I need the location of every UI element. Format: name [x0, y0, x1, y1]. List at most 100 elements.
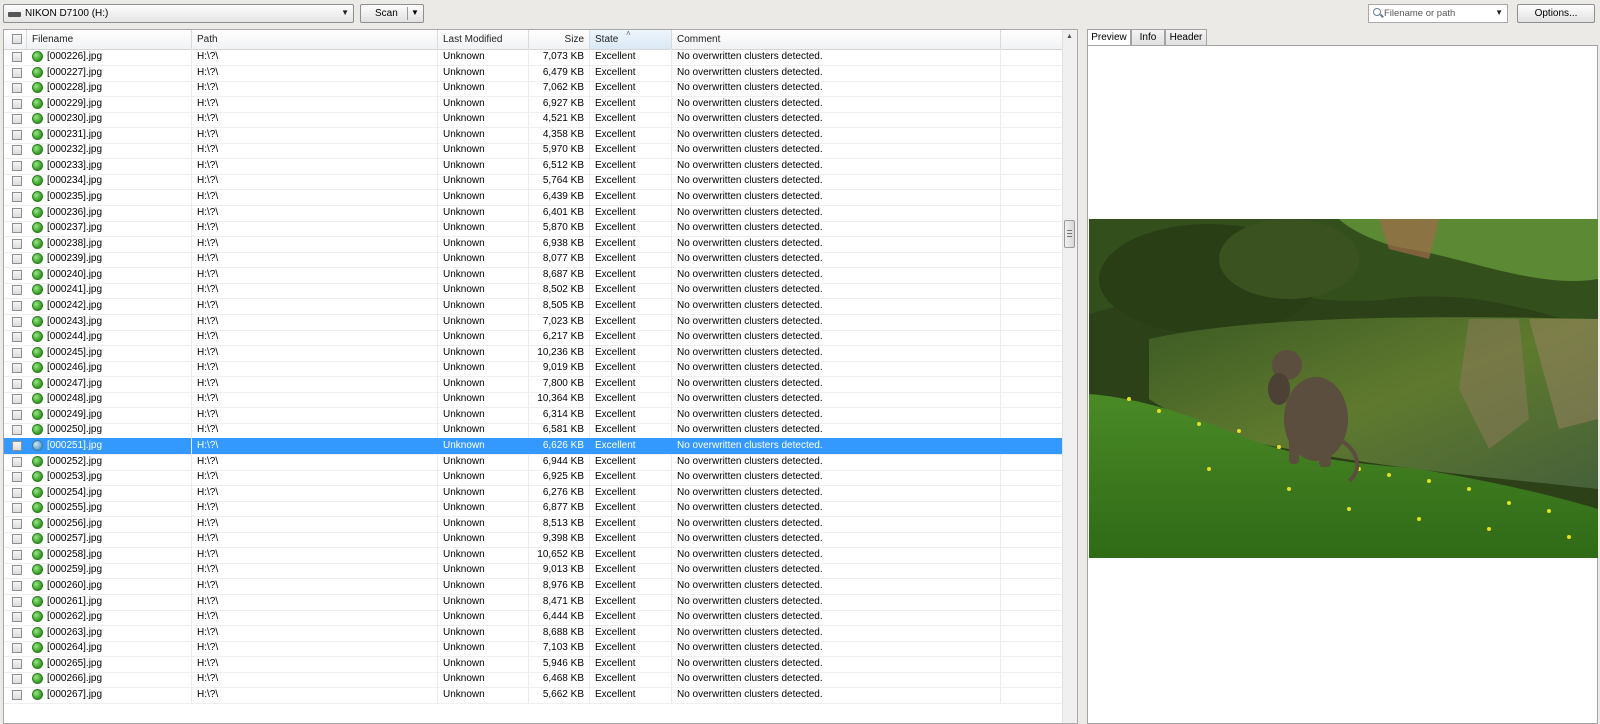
column-header-state[interactable]: ˄ State: [590, 30, 672, 49]
table-row[interactable]: [000245].jpg H:\?\ Unknown 10,236 KB Excelle…: [4, 344, 1062, 362]
column-header-last-modified[interactable]: Last Modified: [438, 30, 529, 49]
table-row[interactable]: [000256].jpg H:\?\ Unknown 8,513 KB Excellen…: [4, 515, 1062, 533]
table-row[interactable]: [000232].jpg H:\?\ Unknown 5,970 KB Excellen…: [4, 142, 1062, 160]
tab-header[interactable]: Header: [1165, 29, 1207, 45]
table-row[interactable]: [000263].jpg H:\?\ Unknown 8,688 KB Excellen…: [4, 624, 1062, 642]
table-row[interactable]: [000242].jpg H:\?\ Unknown 8,505 KB Excellen…: [4, 297, 1062, 315]
row-checkbox[interactable]: [12, 160, 22, 171]
table-row[interactable]: [000266].jpg H:\?\ Unknown 6,468 KB Excellen…: [4, 671, 1062, 689]
row-checkbox[interactable]: [12, 456, 22, 467]
table-row[interactable]: [000253].jpg H:\?\ Unknown 6,925 KB Excellen…: [4, 469, 1062, 487]
table-row[interactable]: [000235].jpg H:\?\ Unknown 6,439 KB Excellen…: [4, 189, 1062, 207]
row-checkbox[interactable]: [12, 300, 22, 311]
table-row[interactable]: [000258].jpg H:\?\ Unknown 10,652 KB Excelle…: [4, 546, 1062, 564]
row-checkbox[interactable]: [12, 129, 22, 140]
row-checkbox[interactable]: [12, 518, 22, 529]
scan-button[interactable]: Scan ▼: [360, 4, 424, 23]
table-row[interactable]: [000247].jpg H:\?\ Unknown 7,800 KB Excellen…: [4, 375, 1062, 393]
drive-select[interactable]: NIKON D7100 (H:) ▼: [3, 4, 354, 23]
table-row[interactable]: [000264].jpg H:\?\ Unknown 7,103 KB Excellen…: [4, 640, 1062, 658]
row-checkbox[interactable]: [12, 441, 22, 451]
options-button[interactable]: Options...: [1517, 4, 1595, 23]
search-input[interactable]: [1384, 6, 1492, 20]
table-row[interactable]: [000236].jpg H:\?\ Unknown 6,401 KB Excellen…: [4, 204, 1062, 222]
row-checkbox[interactable]: [12, 363, 22, 374]
row-checkbox[interactable]: [12, 269, 22, 280]
table-row[interactable]: [000229].jpg H:\?\ Unknown 6,927 KB Excellen…: [4, 95, 1062, 113]
table-row[interactable]: [000251].jpg H:\?\ Unknown 6,626 KB Excellen…: [4, 438, 1062, 455]
table-row[interactable]: [000246].jpg H:\?\ Unknown 9,019 KB Excellen…: [4, 360, 1062, 378]
row-checkbox[interactable]: [12, 67, 22, 78]
row-checkbox[interactable]: [12, 612, 22, 623]
row-checkbox[interactable]: [12, 238, 22, 249]
column-header-path[interactable]: Path: [192, 30, 438, 49]
table-row[interactable]: [000244].jpg H:\?\ Unknown 6,217 KB Excellen…: [4, 329, 1062, 347]
row-checkbox[interactable]: [12, 332, 22, 343]
table-row[interactable]: [000226].jpg H:\?\ Unknown 7,073 KB Excellen…: [4, 49, 1062, 66]
table-row[interactable]: [000238].jpg H:\?\ Unknown 6,938 KB Excellen…: [4, 235, 1062, 253]
row-checkbox[interactable]: [12, 98, 22, 109]
table-row[interactable]: [000260].jpg H:\?\ Unknown 8,976 KB Excellen…: [4, 578, 1062, 596]
row-checkbox[interactable]: [12, 145, 22, 156]
table-row[interactable]: [000227].jpg H:\?\ Unknown 6,479 KB Excellen…: [4, 64, 1062, 82]
table-row[interactable]: [000265].jpg H:\?\ Unknown 5,946 KB Excellen…: [4, 655, 1062, 673]
row-checkbox[interactable]: [12, 114, 22, 125]
table-row[interactable]: [000241].jpg H:\?\ Unknown 8,502 KB Excellen…: [4, 282, 1062, 300]
select-all-checkbox[interactable]: [12, 34, 22, 44]
row-checkbox[interactable]: [12, 223, 22, 234]
row-checkbox[interactable]: [12, 674, 22, 685]
table-row[interactable]: [000240].jpg H:\?\ Unknown 8,687 KB Excellen…: [4, 266, 1062, 284]
row-checkbox[interactable]: [12, 658, 22, 669]
row-checkbox[interactable]: [12, 207, 22, 218]
row-checkbox[interactable]: [12, 316, 22, 327]
table-row[interactable]: [000250].jpg H:\?\ Unknown 6,581 KB Excellen…: [4, 422, 1062, 440]
table-row[interactable]: [000257].jpg H:\?\ Unknown 9,398 KB Excellen…: [4, 531, 1062, 549]
row-checkbox[interactable]: [12, 347, 22, 358]
row-checkbox[interactable]: [12, 285, 22, 296]
table-row[interactable]: [000248].jpg H:\?\ Unknown 10,364 KB Excelle…: [4, 391, 1062, 409]
table-row[interactable]: [000261].jpg H:\?\ Unknown 8,471 KB Excellen…: [4, 593, 1062, 611]
scroll-up-icon[interactable]: ▲: [1066, 33, 1073, 40]
table-row[interactable]: [000262].jpg H:\?\ Unknown 6,444 KB Excellen…: [4, 609, 1062, 627]
table-row[interactable]: [000233].jpg H:\?\ Unknown 6,512 KB Excellen…: [4, 157, 1062, 175]
table-row[interactable]: [000237].jpg H:\?\ Unknown 5,870 KB Excellen…: [4, 220, 1062, 238]
row-checkbox[interactable]: [12, 254, 22, 265]
row-checkbox[interactable]: [12, 472, 22, 483]
scrollbar-thumb[interactable]: [1064, 220, 1075, 248]
table-row[interactable]: [000234].jpg H:\?\ Unknown 5,764 KB Excellen…: [4, 173, 1062, 191]
row-checkbox[interactable]: [12, 549, 22, 560]
column-header-size[interactable]: Size: [529, 30, 590, 49]
row-checkbox[interactable]: [12, 394, 22, 405]
row-checkbox[interactable]: [12, 503, 22, 514]
row-checkbox[interactable]: [12, 52, 22, 62]
vertical-scrollbar[interactable]: ▲: [1062, 30, 1077, 723]
row-checkbox[interactable]: [12, 565, 22, 576]
table-row[interactable]: [000252].jpg H:\?\ Unknown 6,944 KB Excellen…: [4, 453, 1062, 471]
row-checkbox[interactable]: [12, 643, 22, 654]
search-box[interactable]: ▼: [1368, 4, 1508, 23]
row-checkbox[interactable]: [12, 425, 22, 436]
row-checkbox[interactable]: [12, 534, 22, 545]
table-row[interactable]: [000255].jpg H:\?\ Unknown 6,877 KB Excellen…: [4, 500, 1062, 518]
row-checkbox[interactable]: [12, 487, 22, 498]
table-row[interactable]: [000259].jpg H:\?\ Unknown 9,013 KB Excellen…: [4, 562, 1062, 580]
row-checkbox[interactable]: [12, 378, 22, 389]
table-row[interactable]: [000254].jpg H:\?\ Unknown 6,276 KB Excellen…: [4, 484, 1062, 502]
tab-info[interactable]: Info: [1131, 29, 1165, 45]
tab-preview[interactable]: Preview: [1087, 29, 1131, 46]
column-header-comment[interactable]: Comment: [672, 30, 1001, 49]
table-row[interactable]: [000243].jpg H:\?\ Unknown 7,023 KB Excellen…: [4, 313, 1062, 331]
row-checkbox[interactable]: [12, 596, 22, 607]
column-header-filename[interactable]: Filename: [27, 30, 192, 49]
row-checkbox[interactable]: [12, 176, 22, 187]
row-checkbox[interactable]: [12, 689, 22, 700]
table-row[interactable]: [000267].jpg H:\?\ Unknown 5,662 KB Excellen…: [4, 686, 1062, 704]
row-checkbox[interactable]: [12, 83, 22, 94]
search-dropdown-icon[interactable]: ▼: [1495, 8, 1503, 17]
row-checkbox[interactable]: [12, 409, 22, 420]
table-row[interactable]: [000249].jpg H:\?\ Unknown 6,314 KB Excellen…: [4, 406, 1062, 424]
row-checkbox[interactable]: [12, 192, 22, 203]
table-row[interactable]: [000239].jpg H:\?\ Unknown 8,077 KB Excellen…: [4, 251, 1062, 269]
row-checkbox[interactable]: [12, 581, 22, 592]
row-checkbox[interactable]: [12, 627, 22, 638]
